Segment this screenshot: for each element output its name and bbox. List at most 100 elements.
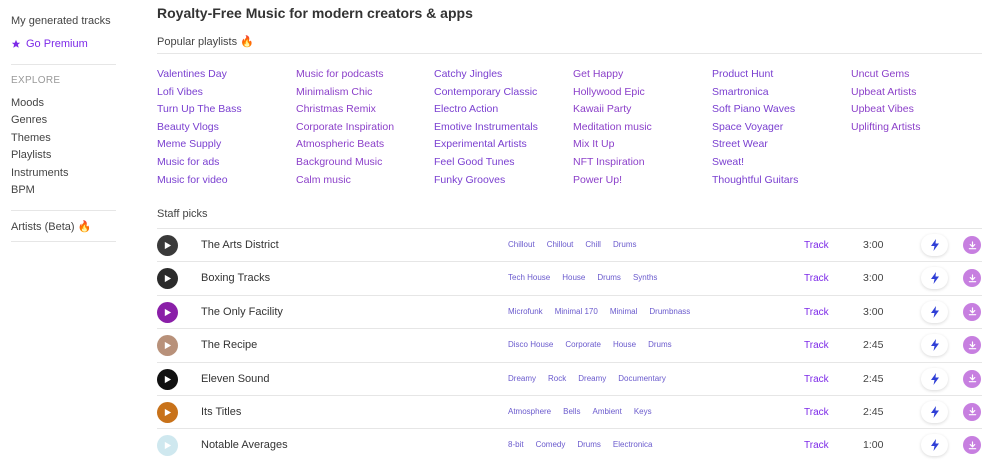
playlist-link[interactable]: Feel Good Tunes (434, 154, 572, 172)
playlist-link[interactable]: Beauty Vlogs (157, 119, 295, 137)
track-tag[interactable]: Chillout (508, 240, 535, 249)
playlist-link[interactable]: Hollywood Epic (573, 84, 711, 102)
generate-button[interactable] (921, 267, 948, 290)
playlist-link[interactable]: Thoughtful Guitars (712, 172, 850, 190)
track-tag[interactable]: Synths (633, 273, 657, 282)
sidebar-item-artists[interactable]: Artists (Beta) 🔥 (11, 220, 91, 233)
playlist-link[interactable]: Street Wear (712, 136, 850, 154)
track-type-link[interactable]: Track (804, 307, 829, 318)
playlist-link[interactable]: Emotive Instrumentals (434, 119, 572, 137)
track-type-link[interactable]: Track (804, 240, 829, 251)
track-tag[interactable]: Minimal 170 (555, 307, 598, 316)
track-tag[interactable]: Disco House (508, 340, 553, 349)
track-tag[interactable]: Bells (563, 407, 580, 416)
playlist-link[interactable]: Meme Supply (157, 136, 295, 154)
track-title[interactable]: Its Titles (201, 406, 241, 418)
download-button[interactable] (963, 236, 981, 254)
playlist-link[interactable]: Experimental Artists (434, 136, 572, 154)
track-type-link[interactable]: Track (804, 440, 829, 451)
track-tag[interactable]: Ambient (592, 407, 621, 416)
sidebar-item-bpm[interactable]: BPM (11, 184, 35, 196)
download-button[interactable] (963, 369, 981, 388)
track-tag[interactable]: Drums (577, 440, 601, 449)
download-button[interactable] (963, 336, 981, 355)
playlist-link[interactable]: Soft Piano Waves (712, 101, 850, 119)
track-tag[interactable]: House (562, 273, 585, 282)
sidebar-item-instruments[interactable]: Instruments (11, 167, 68, 179)
sidebar-item-themes[interactable]: Themes (11, 132, 51, 144)
track-tag[interactable]: Documentary (618, 374, 666, 383)
play-button[interactable] (157, 301, 178, 323)
playlist-link[interactable]: Mix It Up (573, 136, 711, 154)
playlist-link[interactable]: Funky Grooves (434, 172, 572, 190)
playlist-link[interactable]: Power Up! (573, 172, 711, 190)
track-tag[interactable]: Atmosphere (508, 407, 551, 416)
play-button[interactable] (157, 268, 178, 290)
track-tag[interactable]: Drumbnass (649, 307, 690, 316)
playlist-link[interactable]: Music for video (157, 172, 295, 190)
play-button[interactable] (157, 401, 178, 423)
generate-button[interactable] (921, 367, 948, 390)
playlist-link[interactable]: Turn Up The Bass (157, 101, 295, 119)
track-title[interactable]: Notable Averages (201, 439, 288, 451)
play-button[interactable] (157, 368, 178, 390)
sidebar-item-moods[interactable]: Moods (11, 97, 44, 109)
playlist-link[interactable]: Catchy Jingles (434, 66, 572, 84)
playlist-link[interactable]: Atmospheric Beats (296, 136, 434, 154)
playlist-link[interactable]: Upbeat Vibes (851, 101, 989, 119)
track-title[interactable]: The Arts District (201, 239, 279, 251)
track-tag[interactable]: Drums (613, 240, 637, 249)
track-tag[interactable]: Tech House (508, 273, 550, 282)
playlist-link[interactable]: Contemporary Classic (434, 84, 572, 102)
track-title[interactable]: Eleven Sound (201, 373, 270, 385)
generate-button[interactable] (921, 434, 948, 457)
playlist-link[interactable]: Smartronica (712, 84, 850, 102)
my-generated-tracks-link[interactable]: My generated tracks (11, 15, 111, 27)
track-tag[interactable]: Rock (548, 374, 566, 383)
playlist-link[interactable]: Electro Action (434, 101, 572, 119)
playlist-link[interactable]: Background Music (296, 154, 434, 172)
go-premium-link[interactable]: Go Premium (11, 38, 88, 50)
track-tag[interactable]: Drums (597, 273, 621, 282)
track-type-link[interactable]: Track (804, 340, 829, 351)
playlist-link[interactable]: Minimalism Chic (296, 84, 434, 102)
track-tag[interactable]: Corporate (565, 340, 601, 349)
playlist-link[interactable]: Get Happy (573, 66, 711, 84)
track-tag[interactable]: Dreamy (508, 374, 536, 383)
playlist-link[interactable]: Valentines Day (157, 66, 295, 84)
track-type-link[interactable]: Track (804, 407, 829, 418)
play-button[interactable] (157, 335, 178, 357)
play-button[interactable] (157, 235, 178, 256)
playlist-link[interactable]: NFT Inspiration (573, 154, 711, 172)
playlist-link[interactable]: Lofi Vibes (157, 84, 295, 102)
download-button[interactable] (963, 269, 981, 288)
track-title[interactable]: The Only Facility (201, 306, 283, 318)
track-tag[interactable]: Electronica (613, 440, 653, 449)
generate-button[interactable] (921, 400, 948, 423)
generate-button[interactable] (921, 234, 948, 256)
track-type-link[interactable]: Track (804, 374, 829, 385)
track-tag[interactable]: Keys (634, 407, 652, 416)
download-button[interactable] (963, 436, 981, 455)
track-type-link[interactable]: Track (804, 273, 829, 284)
track-tag[interactable]: Dreamy (578, 374, 606, 383)
generate-button[interactable] (921, 300, 948, 323)
playlist-link[interactable]: Sweat! (712, 154, 850, 172)
playlist-link[interactable]: Music for podcasts (296, 66, 434, 84)
track-tag[interactable]: 8-bit (508, 440, 524, 449)
sidebar-item-playlists[interactable]: Playlists (11, 149, 51, 161)
track-tag[interactable]: Comedy (536, 440, 566, 449)
playlist-link[interactable]: Corporate Inspiration (296, 119, 434, 137)
playlist-link[interactable]: Uncut Gems (851, 66, 989, 84)
download-button[interactable] (963, 302, 981, 321)
track-tag[interactable]: Minimal (610, 307, 638, 316)
playlist-link[interactable]: Meditation music (573, 119, 711, 137)
play-button[interactable] (157, 435, 178, 457)
playlist-link[interactable]: Product Hunt (712, 66, 850, 84)
playlist-link[interactable]: Space Voyager (712, 119, 850, 137)
playlist-link[interactable]: Uplifting Artists (851, 119, 989, 137)
generate-button[interactable] (921, 334, 948, 357)
track-title[interactable]: Boxing Tracks (201, 272, 270, 284)
track-tag[interactable]: Chillout (547, 240, 574, 249)
track-tag[interactable]: Drums (648, 340, 672, 349)
